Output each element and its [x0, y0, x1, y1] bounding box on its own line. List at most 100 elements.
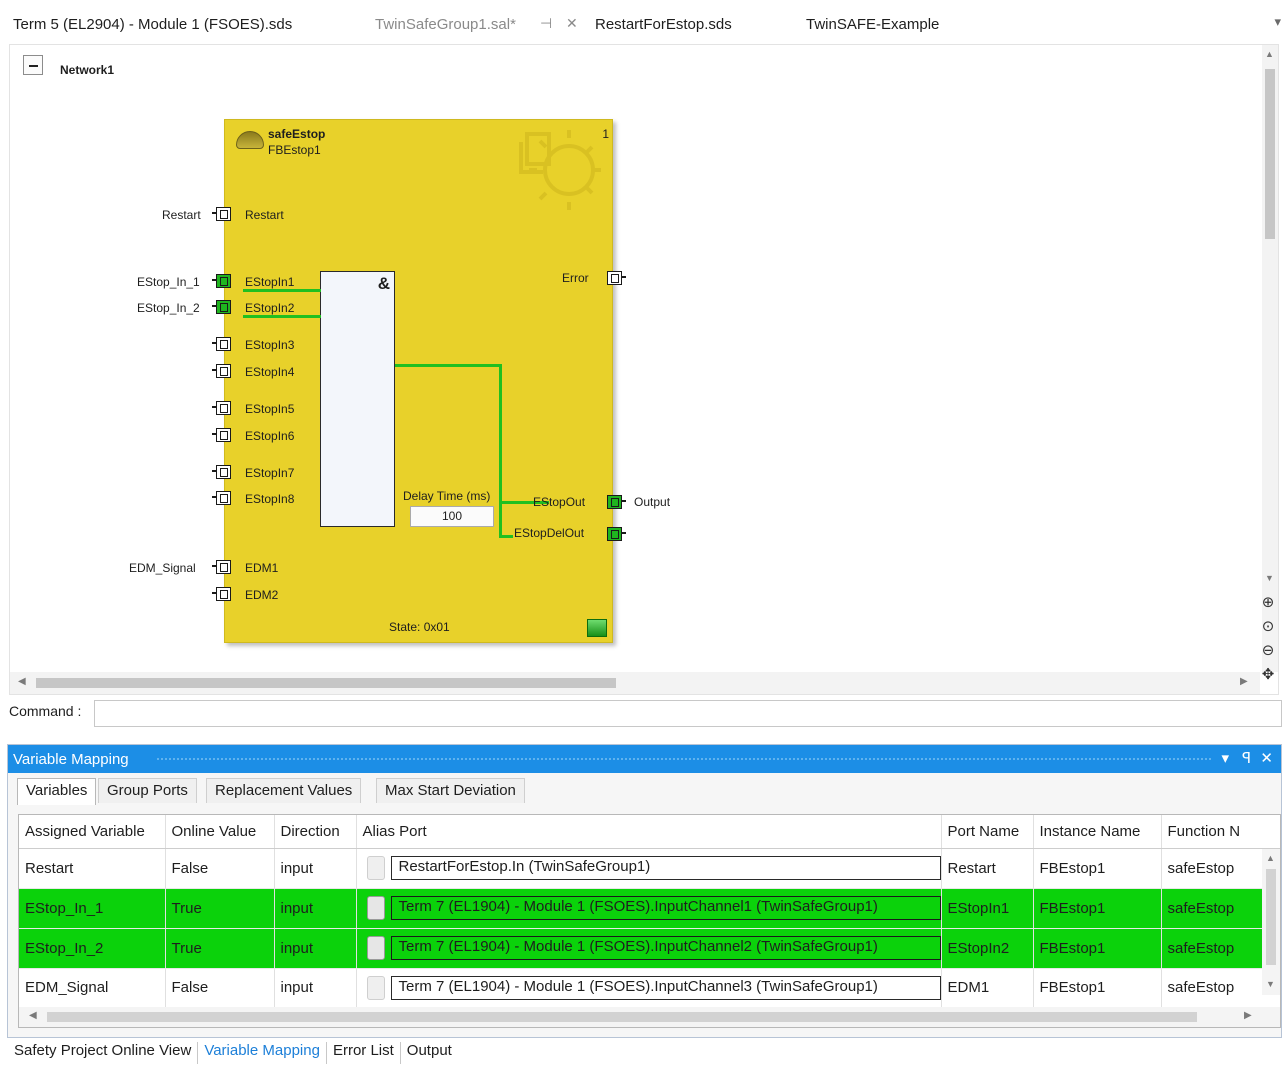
tab-variable-mapping[interactable]: Variable Mapping	[198, 1042, 327, 1064]
table-vertical-scroll-thumb[interactable]	[1266, 869, 1276, 965]
command-label: Command :	[9, 703, 82, 719]
doc-tab-term5[interactable]: Term 5 (EL2904) - Module 1 (FSOES).sds	[13, 16, 292, 36]
zoom-in-icon[interactable]: ⊕	[1259, 594, 1277, 612]
alias-browse-button[interactable]	[366, 896, 385, 920]
column-header-direction[interactable]: Direction	[274, 815, 357, 849]
port-label-estopout: EStopOut	[533, 495, 586, 509]
input-port-edm2[interactable]	[212, 587, 231, 601]
doc-tab-restartforestop[interactable]: RestartForEstop.sds	[595, 16, 732, 36]
wire-estopdelout	[499, 535, 513, 538]
input-port-estopin2[interactable]	[212, 300, 231, 314]
external-label-estop-in-2: EStop_In_2	[137, 301, 200, 315]
table-horizontal-scroll-thumb[interactable]	[47, 1012, 1197, 1022]
scroll-left-icon[interactable]: ◀	[18, 676, 26, 687]
function-block-safeestop[interactable]: safeEstop FBEstop1 1 & Delay Time (ms) 1…	[224, 119, 613, 643]
port-label-error: Error	[562, 271, 589, 285]
column-header-instance-name[interactable]: Instance Name	[1033, 815, 1162, 849]
port-label-estopin5: EStopIn5	[245, 402, 295, 416]
input-port-estopin6[interactable]	[212, 428, 231, 442]
variable-table: Assigned Variable Online Value Direction…	[18, 814, 1281, 1028]
zoom-reset-icon[interactable]: ⊙	[1259, 618, 1277, 636]
vertical-scrollbar[interactable]: ▲ ▼	[1262, 45, 1278, 672]
table-row[interactable]: EDM_Signal False input Term 7 (EL1904) -…	[19, 968, 1280, 1010]
tab-replacement-values[interactable]: Replacement Values	[206, 778, 362, 803]
input-port-estopin7[interactable]	[212, 465, 231, 479]
column-header-port-name[interactable]: Port Name	[941, 815, 1034, 849]
diagram-editor[interactable]: Network1 safeEstop FBEstop1 1 & Delay Ti…	[9, 44, 1279, 695]
output-port-error[interactable]	[607, 271, 626, 285]
table-row[interactable]: EStop_In_2 True input Term 7 (EL1904) - …	[19, 928, 1280, 969]
document-tab-strip: Term 5 (EL2904) - Module 1 (FSOES).sds T…	[0, 0, 1287, 44]
doc-tab-twinsafe-example[interactable]: TwinSAFE-Example	[806, 16, 939, 36]
column-header-alias-port[interactable]: Alias Port	[356, 815, 942, 849]
port-label-estopin4: EStopIn4	[245, 365, 295, 379]
scroll-up-icon[interactable]: ▲	[1266, 853, 1275, 863]
alias-port-field[interactable]: Term 7 (EL1904) - Module 1 (FSOES).Input…	[390, 896, 940, 920]
scroll-up-icon[interactable]: ▲	[1265, 49, 1274, 59]
cell-instance-name: FBEstop1	[1033, 888, 1162, 929]
cell-instance-name: FBEstop1	[1033, 968, 1162, 1010]
input-port-estopin8[interactable]	[212, 491, 231, 505]
table-row[interactable]: EStop_In_1 True input Term 7 (EL1904) - …	[19, 888, 1280, 929]
collapse-network-button[interactable]	[23, 55, 43, 75]
cell-assigned-variable: EDM_Signal	[19, 968, 166, 1010]
table-row[interactable]: Restart False input RestartForEstop.In (…	[19, 848, 1280, 889]
port-label-estopin8: EStopIn8	[245, 492, 295, 506]
input-port-edm1[interactable]	[212, 560, 231, 574]
alias-port-field[interactable]: RestartForEstop.In (TwinSafeGroup1)	[390, 856, 940, 880]
tab-variables[interactable]: Variables	[17, 778, 97, 805]
scroll-right-icon[interactable]: ▶	[1244, 1010, 1252, 1021]
pin-icon[interactable]: ⊣	[540, 15, 552, 32]
input-port-estopin1[interactable]	[212, 274, 231, 288]
column-header-assigned-variable[interactable]: Assigned Variable	[19, 815, 166, 849]
pin-icon[interactable]: ꟼ	[1242, 749, 1251, 767]
delay-time-input[interactable]: 100	[410, 506, 494, 527]
tab-error-list[interactable]: Error List	[327, 1042, 401, 1064]
pan-icon[interactable]: ✥	[1259, 666, 1277, 684]
network-title: Network1	[60, 63, 115, 77]
table-horizontal-scrollbar[interactable]: ◀ ▶	[19, 1007, 1280, 1027]
input-port-estopin4[interactable]	[212, 364, 231, 378]
column-header-online-value[interactable]: Online Value	[165, 815, 275, 849]
external-label-restart: Restart	[162, 208, 201, 222]
port-label-estopin7: EStopIn7	[245, 466, 295, 480]
alias-browse-button[interactable]	[366, 975, 385, 1000]
alias-port-field[interactable]: Term 7 (EL1904) - Module 1 (FSOES).Input…	[390, 936, 940, 960]
cell-alias-port: RestartForEstop.In (TwinSafeGroup1)	[356, 848, 942, 889]
port-label-restart: Restart	[245, 208, 284, 222]
close-icon[interactable]: ✕	[1260, 749, 1273, 767]
vertical-scroll-thumb[interactable]	[1265, 69, 1275, 239]
output-port-estopdelout[interactable]	[607, 527, 626, 541]
panel-menu-icon[interactable]: ▾	[1221, 749, 1229, 767]
tab-max-start-deviation[interactable]: Max Start Deviation	[376, 778, 525, 803]
cell-direction: input	[274, 928, 357, 969]
alias-port-field[interactable]: Term 7 (EL1904) - Module 1 (FSOES).Input…	[390, 975, 940, 1000]
tab-output[interactable]: Output	[401, 1042, 458, 1064]
tab-safety-project-online-view[interactable]: Safety Project Online View	[9, 1042, 199, 1064]
command-input[interactable]	[94, 700, 1282, 727]
input-port-restart[interactable]	[212, 207, 231, 221]
dropdown-icon[interactable]: ▾	[1274, 14, 1281, 30]
alias-browse-button[interactable]	[366, 856, 385, 880]
input-port-estopin5[interactable]	[212, 401, 231, 415]
table-vertical-scrollbar[interactable]: ▲ ▼	[1262, 849, 1280, 995]
column-header-function-name[interactable]: Function N	[1161, 815, 1280, 849]
zoom-out-icon[interactable]: ⊖	[1259, 642, 1277, 660]
output-port-estopout[interactable]	[607, 495, 626, 509]
tab-group-ports[interactable]: Group Ports	[98, 778, 197, 803]
horizontal-scrollbar[interactable]: ◀ ▶	[10, 672, 1260, 694]
horizontal-scroll-thumb[interactable]	[36, 678, 616, 688]
scroll-right-icon[interactable]: ▶	[1240, 676, 1248, 687]
wire-and-vertical	[499, 364, 502, 537]
scroll-down-icon[interactable]: ▼	[1265, 573, 1274, 583]
alias-browse-button[interactable]	[366, 936, 385, 960]
doc-tab-twinsafegroup1[interactable]: TwinSafeGroup1.sal*	[375, 16, 516, 36]
scroll-down-icon[interactable]: ▼	[1266, 979, 1275, 989]
wire-and-out	[395, 364, 501, 367]
wire-estopin2	[243, 315, 321, 318]
cell-online-value: False	[165, 968, 275, 1010]
safety-function-icon	[236, 131, 264, 149]
input-port-estopin3[interactable]	[212, 337, 231, 351]
scroll-left-icon[interactable]: ◀	[29, 1010, 37, 1021]
close-icon[interactable]: ✕	[566, 15, 578, 32]
